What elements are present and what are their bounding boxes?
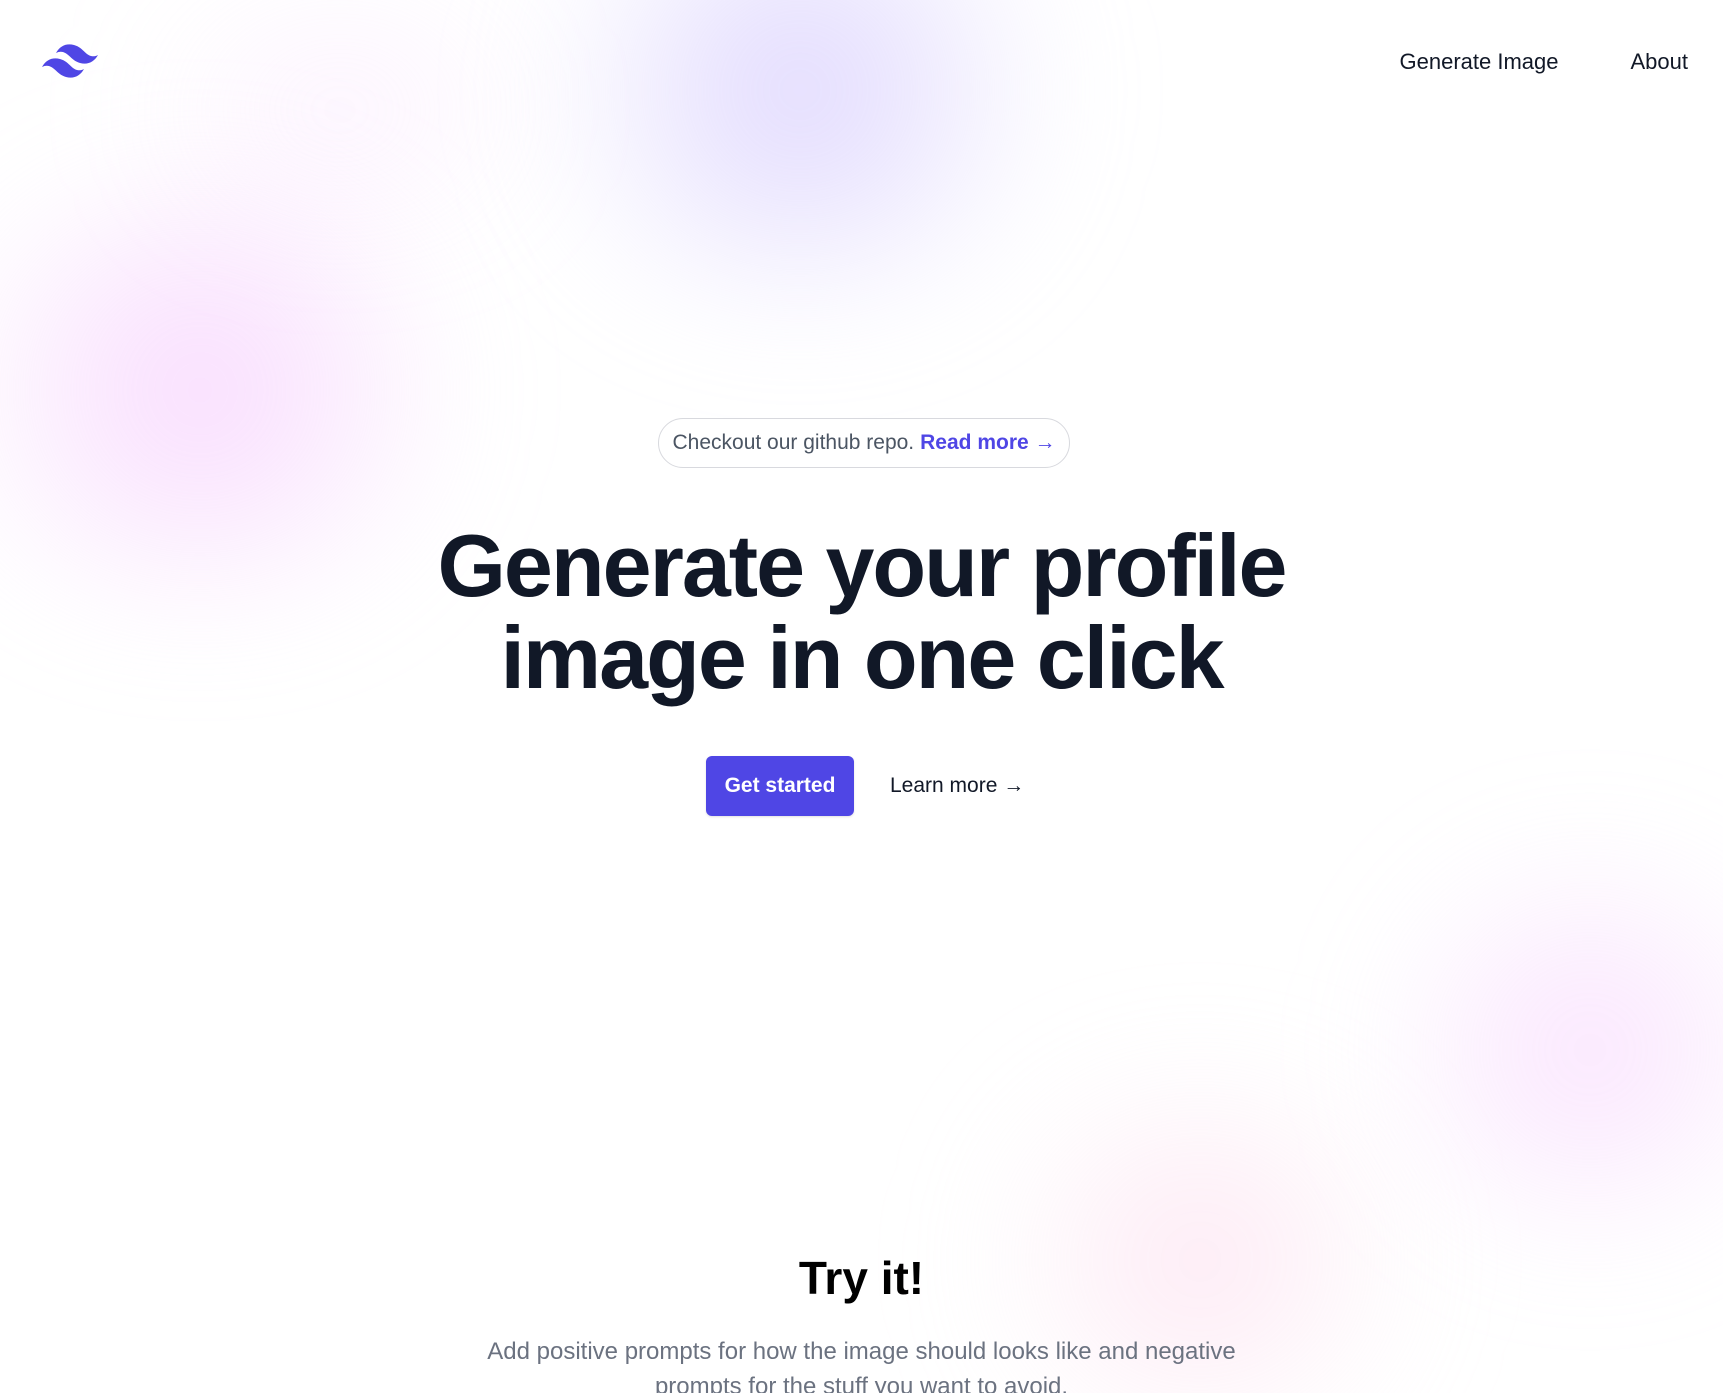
get-started-button[interactable]: Get started (706, 756, 854, 816)
tailwind-wave-icon[interactable] (42, 42, 98, 78)
badge-text: Checkout our github repo. (672, 431, 915, 454)
main-menu: Generate Image About (1400, 46, 1688, 78)
hero-actions: Get started Learn more → (706, 756, 1036, 816)
try-it-section: Try it! Add positive prompts for how the… (0, 1240, 1723, 1393)
nav-link-about[interactable]: About (1631, 46, 1689, 78)
background-glow (1380, 860, 1723, 1240)
hero-headline: Generate your profile image in one click (437, 516, 1287, 707)
read-more-link[interactable]: Read more → (920, 427, 1055, 459)
try-it-description: Add positive prompts for how the image s… (487, 1338, 1236, 1393)
nav-link-generate-image[interactable]: Generate Image (1400, 46, 1559, 78)
learn-more-link[interactable]: Learn more → (890, 770, 1024, 802)
top-navigation: Generate Image About (0, 0, 1723, 120)
landing-page: Generate Image About Checkout our github… (0, 0, 1723, 1393)
try-it-title: Try it! (798, 1252, 925, 1304)
github-announcement-badge: Checkout our github repo. Read more → (658, 418, 1070, 468)
tailwind-wave-icon (42, 44, 98, 78)
